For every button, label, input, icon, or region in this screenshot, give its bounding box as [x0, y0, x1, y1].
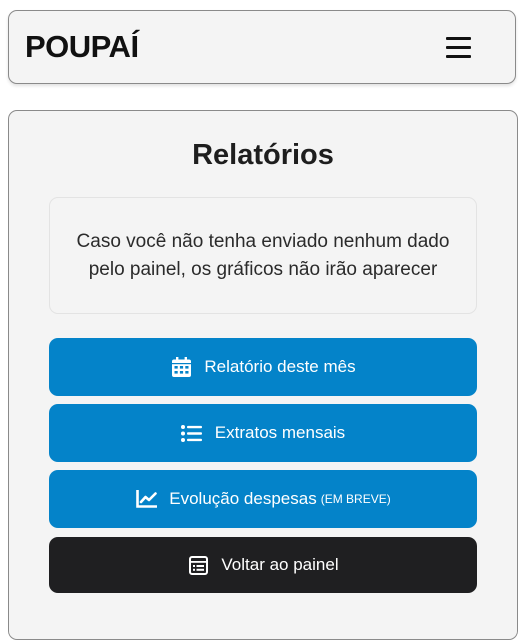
- back-to-panel-label: Voltar ao painel: [221, 555, 339, 574]
- list-icon: [181, 422, 203, 444]
- reports-card: Relatórios Caso você não tenha enviado n…: [8, 110, 518, 640]
- brand-logo[interactable]: POUPAÍ: [25, 29, 139, 65]
- expense-evolution-button[interactable]: Evolução despesas (EM BREVE): [49, 470, 477, 528]
- info-notice: Caso você não tenha enviado nenhum dado …: [49, 197, 477, 314]
- hamburger-menu-icon[interactable]: [443, 33, 477, 63]
- page-title: Relatórios: [192, 139, 334, 171]
- monthly-report-button[interactable]: Relatório deste mês: [49, 338, 477, 396]
- coming-soon-tag: (EM BREVE): [320, 492, 391, 506]
- monthly-statements-label: Extratos mensais: [214, 423, 346, 442]
- calendar-icon: [170, 356, 192, 378]
- top-navbar: POUPAÍ: [8, 10, 516, 84]
- monthly-report-label: Relatório deste mês: [204, 357, 356, 376]
- expense-evolution-label: Evolução despesas: [169, 489, 317, 508]
- back-to-panel-button[interactable]: Voltar ao painel: [49, 537, 477, 593]
- notice-text: Caso você não tenha enviado nenhum dado …: [76, 230, 450, 280]
- panel-icon: [187, 554, 209, 576]
- line-chart-icon: [135, 488, 157, 510]
- monthly-statements-button[interactable]: Extratos mensais: [49, 404, 477, 462]
